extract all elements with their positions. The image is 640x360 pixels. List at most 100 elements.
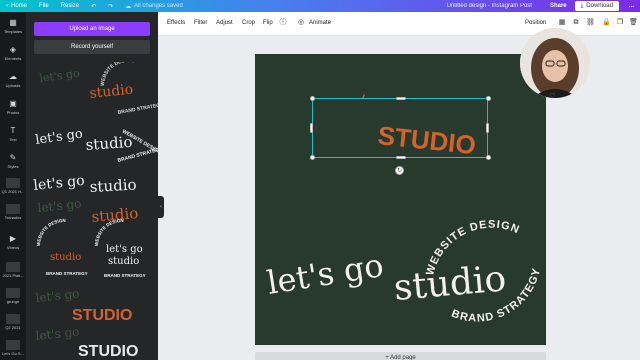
upload-thumb-6[interactable]: WEBSITE DESIGN let's go studio BRAND STR… — [94, 218, 146, 278]
studio-text[interactable]: studio — [392, 258, 508, 309]
group-icon[interactable]: ⧉ — [572, 19, 580, 27]
side-rail: ▦ Templates ◈ Elements ☁ Uploads ▣ Photo… — [0, 12, 26, 360]
download-button[interactable]: ⤓ Download — [574, 1, 619, 11]
cloud-check-icon: ☁ — [125, 3, 132, 10]
lock-icon[interactable]: 🔒 — [602, 19, 611, 27]
resize-handle[interactable] — [486, 123, 489, 133]
animate-button[interactable]: Animate — [309, 20, 331, 26]
rail-item-photos[interactable]: ▣ Photos — [0, 99, 26, 115]
rotate-icon[interactable]: ↻ — [395, 166, 404, 175]
resize-handle[interactable] — [310, 155, 315, 160]
thumb-text: let's go — [37, 196, 82, 215]
heart-icon[interactable]: ♡ — [548, 92, 557, 101]
folder-thumbnail — [6, 178, 20, 188]
webcam-overlay[interactable] — [520, 28, 590, 98]
file-menu[interactable]: File — [33, 3, 55, 9]
undo-icon[interactable]: ↶ — [85, 3, 102, 10]
templates-icon: ▦ — [9, 18, 17, 27]
uploads-icon: ☁ — [9, 72, 17, 81]
thumb-text: studio — [108, 256, 139, 267]
rail-item-elements[interactable]: ◈ Elements — [0, 45, 26, 61]
upload-thumb-1[interactable]: let's go studio WEBSITE DESIGN BRAND STR… — [39, 62, 158, 116]
adjust-button[interactable]: Adjust — [216, 20, 233, 26]
uploads-grid: let's go studio WEBSITE DESIGN BRAND STR… — [33, 62, 158, 360]
flip-button[interactable]: Flip — [263, 20, 273, 26]
folder-thumbnail — [6, 262, 20, 272]
record-yourself-button[interactable]: Record yourself — [34, 40, 150, 54]
photos-icon: ▣ — [9, 99, 17, 108]
rail-item-styles[interactable]: ✎ Styles — [0, 153, 26, 169]
thumb-text: let's go — [33, 173, 86, 194]
save-status: ☁ All changes saved — [125, 3, 183, 10]
rail-item-folder-grunge[interactable]: grunge — [0, 288, 26, 304]
resize-handle[interactable] — [396, 156, 406, 159]
top-bar: ‹ Home File Resize ↶ ↷ ☁ All changes sav… — [0, 0, 640, 12]
styles-icon: ✎ — [9, 153, 17, 162]
more-options-button[interactable]: ... — [623, 3, 640, 9]
share-button[interactable]: Share — [542, 3, 575, 9]
add-page-button[interactable]: + Add page — [255, 352, 546, 360]
download-icon: ⤓ — [580, 2, 584, 9]
redo-icon[interactable]: ↷ — [102, 3, 119, 10]
thumb-text: studio — [89, 176, 137, 196]
elements-icon: ◈ — [9, 45, 17, 54]
upload-thumb-3[interactable]: let's go studio — [33, 173, 137, 196]
rail-item-text[interactable]: T Text — [0, 126, 26, 142]
videos-icon: ▶ — [9, 234, 17, 243]
rail-item-videos[interactable]: ▶ Videos — [0, 234, 26, 250]
upload-thumb-2[interactable]: let's go studio WEBSITE DESIGN BRAND STR… — [34, 126, 158, 163]
thumb-text: BRAND STRATEGY — [46, 271, 88, 276]
folder-thumbnail — [6, 288, 20, 298]
thumb-text: let's go — [35, 286, 80, 305]
rail-item-folder-platinum[interactable]: 2021 Plati... — [0, 262, 26, 278]
upload-thumb-7[interactable]: let's go STUDIO — [35, 286, 133, 324]
filter-button[interactable]: Filter — [194, 20, 207, 26]
design-title[interactable]: Untitled design - Instagram Post — [441, 3, 542, 9]
resize-handle[interactable] — [486, 96, 491, 101]
rail-item-folder-letsgo[interactable]: Let's Go S... — [0, 340, 26, 356]
resize-handle[interactable] — [310, 123, 313, 133]
rail-item-folder-q2[interactable]: Q2 2021 — [0, 314, 26, 330]
folder-thumbnail — [6, 340, 20, 350]
resize-handle[interactable] — [396, 97, 406, 100]
info-icon[interactable]: ⓘ — [279, 19, 287, 27]
position-button[interactable]: Position — [525, 20, 546, 26]
upload-thumb-5[interactable]: WEBSITE DESIGN studio BRAND STRATEGY — [36, 218, 88, 276]
duplicate-icon[interactable]: ❐ — [616, 19, 624, 27]
thumb-text: BRAND STRATEGY — [104, 273, 146, 278]
rail-item-uploads[interactable]: ☁ Uploads — [0, 72, 26, 88]
animate-icon: ◎ — [297, 19, 305, 26]
folder-thumbnail — [6, 204, 20, 214]
thumb-text: let's go — [106, 244, 143, 255]
crop-button[interactable]: Crop — [242, 20, 255, 26]
thumb-text: STUDIO — [72, 307, 132, 324]
folder-thumbnail — [6, 314, 20, 324]
chevron-left-icon: ‹ — [6, 3, 8, 9]
selection-box[interactable] — [312, 98, 488, 158]
thumb-text: BRAND STRATEGY — [117, 102, 158, 116]
rail-item-folder-tornados[interactable]: Tornados — [0, 204, 26, 220]
thumb-text: let's go — [34, 126, 83, 148]
thumb-text: STUDIO — [78, 343, 138, 360]
text-icon: T — [10, 126, 16, 135]
effects-button[interactable]: Effects — [167, 20, 185, 26]
resize-handle[interactable] — [310, 96, 315, 101]
home-button[interactable]: ‹ Home — [0, 3, 33, 9]
resize-menu[interactable]: Resize — [55, 3, 85, 9]
resize-handle[interactable] — [486, 155, 491, 160]
lets-go-text[interactable]: let's go — [264, 246, 386, 302]
thumb-text: let's go — [35, 324, 80, 343]
upload-thumb-8[interactable]: let's go STUDIO — [35, 324, 139, 360]
transparency-icon[interactable]: ▦ — [558, 19, 566, 27]
uploads-panel: Upload an image Record yourself let's go… — [26, 12, 158, 360]
thumb-arc-text: WEBSITE DESIGN — [36, 218, 66, 246]
link-icon[interactable]: ⛓ — [586, 19, 595, 27]
trash-icon[interactable]: 🗑 — [629, 19, 638, 27]
presenter-avatar — [520, 28, 590, 98]
collapse-panel-handle[interactable]: ‹ — [158, 196, 164, 218]
thumb-text: let's go — [39, 66, 81, 85]
rail-item-folder-q1[interactable]: Q1 2021 H... — [0, 178, 26, 194]
upload-image-button[interactable]: Upload an image — [34, 22, 150, 36]
side-actions: ♡ — [548, 92, 558, 103]
rail-item-templates[interactable]: ▦ Templates — [0, 18, 26, 34]
